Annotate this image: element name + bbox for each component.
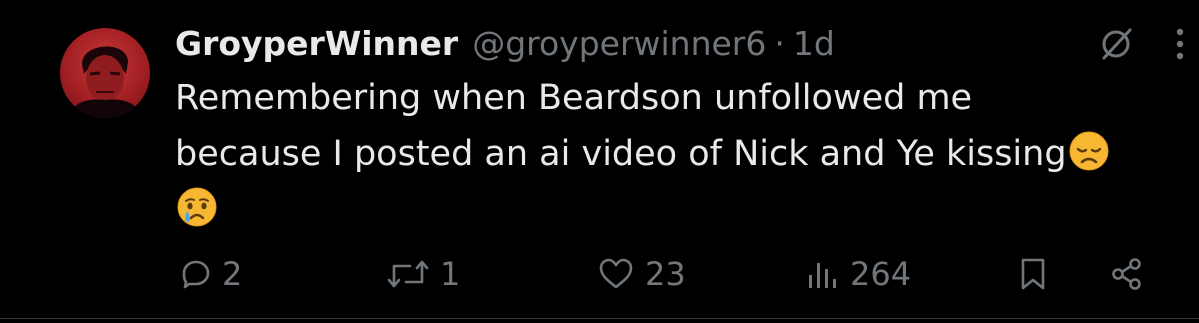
tweet-divider [0,318,1199,319]
reply-icon [182,260,210,289]
reply-count: 2 [222,255,243,293]
tweet-text: Remembering when Beardson unfollowed me … [175,70,1185,238]
more-icon[interactable] [1170,24,1190,64]
retweet-count: 1 [440,255,461,293]
grok-icon[interactable] [1096,26,1136,62]
disappointed-face-emoji [1067,129,1111,173]
avatar-image [68,46,142,118]
tweet-actions: 2 1 23 264 [0,246,1199,302]
tweet-text-line-1: Remembering when Beardson unfollowed me [175,78,973,118]
retweet-button[interactable]: 1 [386,246,460,302]
reply-button[interactable]: 2 [180,246,242,302]
heart-icon [599,258,633,289]
tweet[interactable]: GroyperWinner @groyperwinner6 · 1d Remem… [0,0,1199,323]
views-button[interactable]: 264 [806,246,911,302]
share-icon [1112,258,1141,290]
display-name[interactable]: GroyperWinner [175,20,458,68]
tweet-text-line-2: because I posted an ai video of Nick and… [175,134,1067,174]
bookmark-icon [1021,258,1045,290]
avatar[interactable] [60,28,150,118]
views-count: 264 [850,255,912,293]
timestamp[interactable]: 1d [793,20,835,68]
like-count: 23 [645,255,686,293]
like-button[interactable]: 23 [597,246,686,302]
crying-face-emoji [175,185,219,229]
tweet-header: GroyperWinner @groyperwinner6 · 1d [175,20,835,68]
share-button[interactable] [1110,246,1144,302]
retweet-icon [387,260,429,288]
bookmark-button[interactable] [1019,246,1047,302]
views-icon [809,263,836,288]
separator-dot: · [774,24,785,63]
user-handle[interactable]: @groyperwinner6 [472,20,766,68]
